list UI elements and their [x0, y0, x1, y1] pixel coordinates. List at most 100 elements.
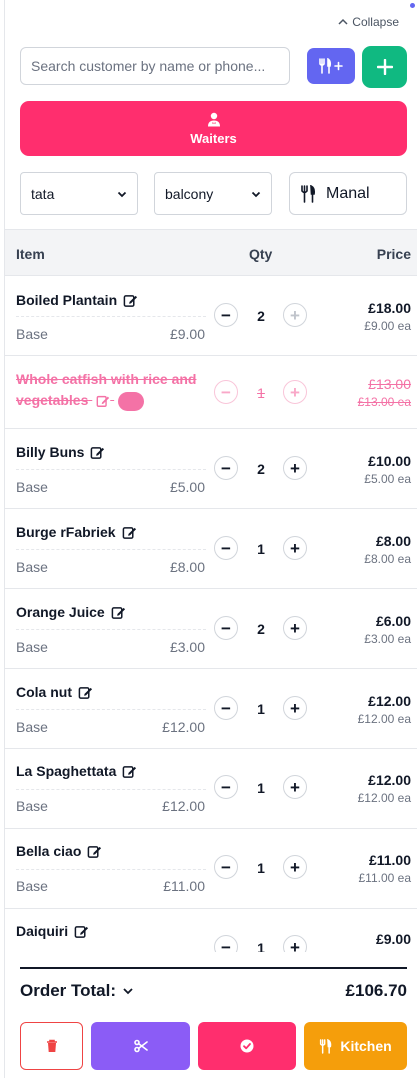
decrease-qty-button[interactable]: − [214, 380, 238, 404]
line-total: £13.00 [368, 376, 411, 392]
cutlery-icon [320, 1038, 332, 1054]
waiter-icon [207, 112, 220, 126]
increase-qty-button[interactable]: + [283, 456, 307, 480]
line-total: £9.00 [375, 931, 411, 947]
edit-icon[interactable] [123, 293, 138, 308]
row-divider [16, 789, 206, 790]
waiters-label: Waiters [190, 130, 237, 146]
edit-icon[interactable] [122, 525, 137, 540]
kitchen-label: Kitchen [340, 1038, 392, 1054]
decrease-qty-button[interactable]: − [214, 616, 238, 640]
edit-icon[interactable] [87, 844, 102, 859]
base-label: Base [16, 479, 48, 495]
increase-qty-button[interactable]: + [283, 935, 307, 952]
item-qty: 1 [257, 385, 265, 401]
item-qty: 2 [257, 621, 265, 637]
unit-price: £11.00 ea [358, 871, 412, 885]
unit-price: £5.00 ea [364, 472, 411, 486]
check-circle-icon [240, 1039, 254, 1053]
unit-price: £12.00 ea [357, 712, 411, 726]
increase-qty-button[interactable]: + [283, 775, 307, 799]
send-to-kitchen-button[interactable]: Kitchen [304, 1022, 407, 1070]
decrease-qty-button[interactable]: − [214, 935, 238, 952]
order-row: Bella ciao Base £11.00 − 1 + £11.00 £11.… [5, 829, 417, 909]
decrease-qty-button[interactable]: − [214, 456, 238, 480]
unit-price: £9.00 ea [364, 319, 411, 333]
item-name: Billy Buns [16, 444, 105, 460]
chevron-down-icon [251, 191, 261, 197]
trash-icon [46, 1039, 57, 1052]
line-total: £11.00 [368, 852, 411, 868]
area-select-value: balcony [165, 185, 214, 202]
table-select-value: Manal [326, 184, 370, 202]
chevron-down-icon [117, 191, 127, 197]
item-name: Boiled Plantain [16, 292, 138, 308]
item-qty: 1 [257, 860, 265, 876]
edit-icon[interactable] [78, 685, 93, 700]
add-table-button[interactable] [307, 48, 355, 84]
confirm-order-button[interactable] [198, 1022, 296, 1070]
line-total: £10.00 [368, 453, 411, 469]
order-items-list[interactable]: Boiled Plantain Base £9.00 − 2 + £18.00 … [5, 276, 417, 952]
item-name: Daiquiri [16, 923, 89, 939]
order-total-toggle[interactable]: Order Total: [20, 981, 134, 1001]
decrease-qty-button[interactable]: − [214, 696, 238, 720]
base-price: £12.00 [162, 719, 205, 735]
delete-order-button[interactable] [20, 1022, 83, 1070]
decrease-qty-button[interactable]: − [214, 303, 238, 327]
base-price: £11.00 [163, 878, 205, 894]
collapse-label: Collapse [352, 15, 399, 29]
order-row: La Spaghettata Base £12.00 − 1 + £12.00 … [5, 749, 417, 829]
customer-select[interactable]: tata [20, 172, 138, 215]
waiters-button[interactable]: Waiters [20, 101, 407, 156]
add-customer-button[interactable] [362, 46, 407, 88]
base-label: Base [16, 798, 48, 814]
line-total: £12.00 [368, 772, 411, 788]
row-divider [16, 629, 206, 630]
edit-icon[interactable] [96, 394, 110, 408]
increase-qty-button[interactable]: + [283, 303, 307, 327]
line-total: £18.00 [368, 300, 411, 316]
row-divider [16, 469, 206, 470]
status-dot [410, 3, 415, 8]
header-qty: Qty [249, 246, 273, 262]
item-qty: 2 [257, 461, 265, 477]
decrease-qty-button[interactable]: − [214, 536, 238, 560]
base-label: Base [16, 719, 48, 735]
increase-qty-button[interactable]: + [283, 536, 307, 560]
increase-qty-button[interactable]: + [283, 616, 307, 640]
plus-icon [376, 59, 393, 75]
unit-price: £12.00 ea [357, 791, 411, 805]
chevron-up-icon [338, 18, 348, 25]
order-row: Burge rFabriek Base £8.00 − 1 + £8.00 £8… [5, 509, 417, 589]
item-name: Bella ciao [16, 843, 102, 859]
increase-qty-button[interactable]: + [283, 696, 307, 720]
order-row-voided: Whole catfish with rice and vegetables −… [5, 356, 417, 429]
edit-icon[interactable] [90, 445, 105, 460]
unit-price: £3.00 ea [364, 632, 411, 646]
base-price: £9.00 [169, 326, 205, 342]
customer-select-value: tata [31, 185, 55, 202]
decrease-qty-button[interactable]: − [214, 775, 238, 799]
customer-search-input[interactable] [20, 47, 290, 85]
decrease-qty-button[interactable]: − [214, 855, 238, 879]
edit-icon[interactable] [111, 605, 126, 620]
base-label: Base [16, 878, 48, 894]
split-order-button[interactable] [91, 1022, 190, 1070]
increase-qty-button[interactable]: + [283, 380, 307, 404]
order-row: Cola nut Base £12.00 − 1 + £12.00 £12.00… [5, 669, 417, 749]
edit-icon[interactable] [122, 764, 137, 779]
order-row: Daiquiri − 1 + £9.00 [5, 909, 417, 952]
unit-price: £13.00 ea [357, 395, 411, 409]
header-item: Item [16, 246, 45, 262]
item-qty: 1 [257, 701, 265, 717]
table-select[interactable]: Manal [289, 172, 407, 215]
row-divider [16, 869, 206, 870]
base-price: £5.00 [169, 479, 205, 495]
collapse-button[interactable]: Collapse [338, 15, 399, 29]
area-select[interactable]: balcony [154, 172, 272, 215]
edit-icon[interactable] [74, 924, 89, 939]
row-divider [16, 709, 206, 710]
item-qty: 2 [257, 308, 265, 324]
increase-qty-button[interactable]: + [283, 855, 307, 879]
